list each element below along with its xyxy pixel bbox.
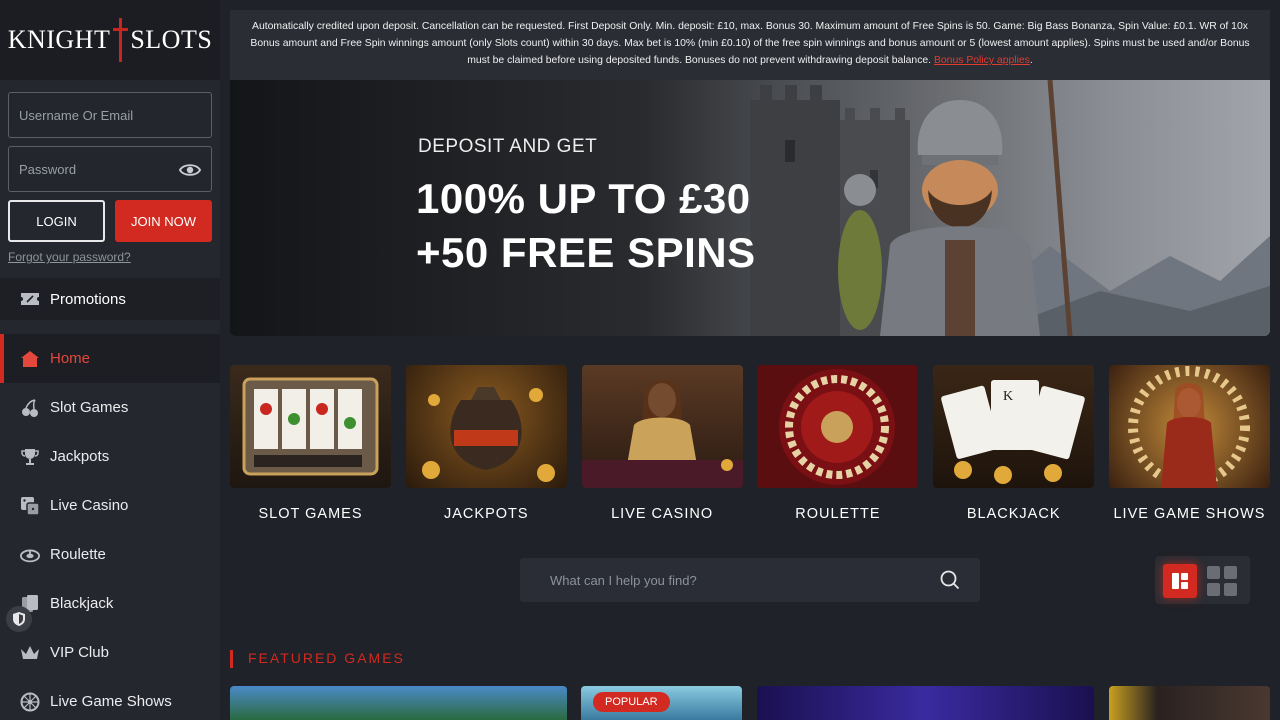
sidebar-item-label: Jackpots	[50, 448, 110, 465]
category-live-game-shows[interactable]: LIVE GAME SHOWS	[1108, 365, 1270, 522]
crown-icon	[20, 643, 40, 663]
search-bar[interactable]	[520, 558, 980, 602]
featured-game-tile[interactable]: POPULAR	[581, 686, 742, 720]
notice-text: Automatically credited upon deposit. Can…	[250, 21, 1250, 66]
forgot-password-link[interactable]: Forgot your password?	[8, 250, 212, 264]
sidebar-item-slot-games[interactable]: Slot Games	[0, 383, 220, 432]
roulette-wheel-image	[757, 365, 919, 488]
shield-icon[interactable]	[6, 606, 32, 632]
sidebar-nav: Home Slot Games Jackpots Live Casino Rou…	[0, 334, 220, 720]
sidebar-item-label: Live Casino	[50, 497, 129, 514]
category-slot-games[interactable]: SLOT GAMES	[230, 365, 391, 522]
logo-area[interactable]: KNIGHT SLOTS	[0, 0, 220, 80]
featured-game-tile[interactable]	[757, 686, 1094, 720]
game-show-wheel-image	[1108, 365, 1270, 488]
bonus-policy-link[interactable]: Bonus Policy applies	[934, 55, 1030, 66]
trophy-icon	[20, 447, 40, 467]
cherries-icon	[20, 398, 40, 418]
large-grid-view-button[interactable]	[1163, 564, 1197, 598]
sword-icon	[113, 18, 129, 62]
category-label: LIVE CASINO	[611, 506, 714, 522]
category-jackpots[interactable]: JACKPOTS	[405, 365, 567, 522]
login-form: LOGIN JOIN NOW Forgot your password?	[0, 80, 220, 264]
sidebar-item-label: Roulette	[50, 546, 106, 563]
banner-line-2: +50 FREE SPINS	[416, 229, 756, 276]
sidebar-item-label: Slot Games	[50, 399, 129, 416]
category-label: SLOT GAMES	[258, 506, 363, 522]
live-dealer-image	[581, 365, 743, 488]
banner-subtitle: DEPOSIT AND GET	[418, 136, 598, 157]
sidebar-item-home[interactable]: Home	[0, 334, 220, 383]
wheel-icon	[20, 692, 40, 712]
featured-games-heading: FEATURED GAMES	[230, 650, 405, 668]
small-grid-view-button[interactable]	[1205, 564, 1239, 598]
eye-icon[interactable]	[179, 160, 201, 180]
bonus-terms-notice: Automatically credited upon deposit. Can…	[230, 10, 1270, 80]
username-field[interactable]	[8, 92, 212, 138]
sidebar-item-live-casino[interactable]: Live Casino	[0, 481, 220, 530]
logo-text-right: SLOTS	[130, 25, 213, 54]
search-input[interactable]	[520, 558, 980, 602]
category-blackjack[interactable]: K BLACKJACK	[933, 365, 1095, 522]
category-tiles: SLOT GAMES JACKPOTS LIVE CASINO ROULETTE…	[230, 365, 1270, 522]
sidebar-item-promotions[interactable]: Promotions	[0, 278, 220, 320]
search-icon[interactable]	[940, 570, 960, 590]
category-label: LIVE GAME SHOWS	[1113, 506, 1266, 522]
slot-machine-image	[230, 365, 391, 488]
home-icon	[20, 349, 40, 369]
category-roulette[interactable]: ROULETTE	[757, 365, 919, 522]
sidebar-item-live-game-shows[interactable]: Live Game Shows	[0, 677, 220, 720]
sidebar-item-label: Home	[50, 350, 91, 367]
featured-games-row: POPULAR	[230, 686, 1270, 720]
sidebar-item-label: Blackjack	[50, 595, 114, 612]
sidebar-item-label: Live Game Shows	[50, 693, 172, 710]
sidebar-item-jackpots[interactable]: Jackpots	[0, 432, 220, 481]
category-label: BLACKJACK	[966, 506, 1061, 522]
category-label: JACKPOTS	[444, 506, 529, 522]
popular-badge: POPULAR	[593, 692, 670, 712]
svg-text:K: K	[1003, 389, 1013, 404]
featured-game-tile[interactable]	[1109, 686, 1270, 720]
sidebar-item-vip-club[interactable]: VIP Club	[0, 628, 220, 677]
login-button[interactable]: LOGIN	[8, 200, 105, 242]
brand-logo[interactable]: KNIGHT SLOTS	[8, 18, 213, 62]
join-now-button[interactable]: JOIN NOW	[115, 200, 212, 242]
category-live-casino[interactable]: LIVE CASINO	[581, 365, 743, 522]
sidebar-item-label: Promotions	[50, 290, 126, 308]
dice-icon	[20, 496, 40, 516]
view-toggle	[1155, 556, 1250, 604]
banner-headline: 100% UP TO £30 +50 FREE SPINS	[416, 172, 756, 280]
sidebar-item-blackjack[interactable]: Blackjack	[0, 579, 220, 628]
promo-banner[interactable]: DEPOSIT AND GET 100% UP TO £30 +50 FREE …	[230, 80, 1270, 336]
notice-end: .	[1029, 55, 1033, 66]
page: KNIGHT SLOTS LOGIN JOIN NOW Forgot your …	[0, 0, 1280, 720]
sidebar: KNIGHT SLOTS LOGIN JOIN NOW Forgot your …	[0, 0, 220, 720]
large-grid-icon	[1172, 573, 1188, 589]
roulette-icon	[20, 545, 40, 565]
category-label: ROULETTE	[795, 506, 881, 522]
logo-text-left: KNIGHT	[7, 25, 111, 54]
banner-line-1: 100% UP TO £30	[416, 175, 751, 222]
password-field[interactable]	[8, 146, 212, 192]
ticket-icon	[20, 289, 40, 309]
featured-game-tile[interactable]	[230, 686, 567, 720]
sidebar-item-label: VIP Club	[50, 644, 109, 661]
username-input[interactable]	[9, 93, 211, 137]
sidebar-item-roulette[interactable]: Roulette	[0, 530, 220, 579]
playing-cards-image: K	[933, 365, 1095, 488]
small-grid-icon	[1207, 566, 1237, 596]
jackpot-bag-image	[405, 365, 567, 488]
knight-illustration	[838, 80, 1073, 336]
